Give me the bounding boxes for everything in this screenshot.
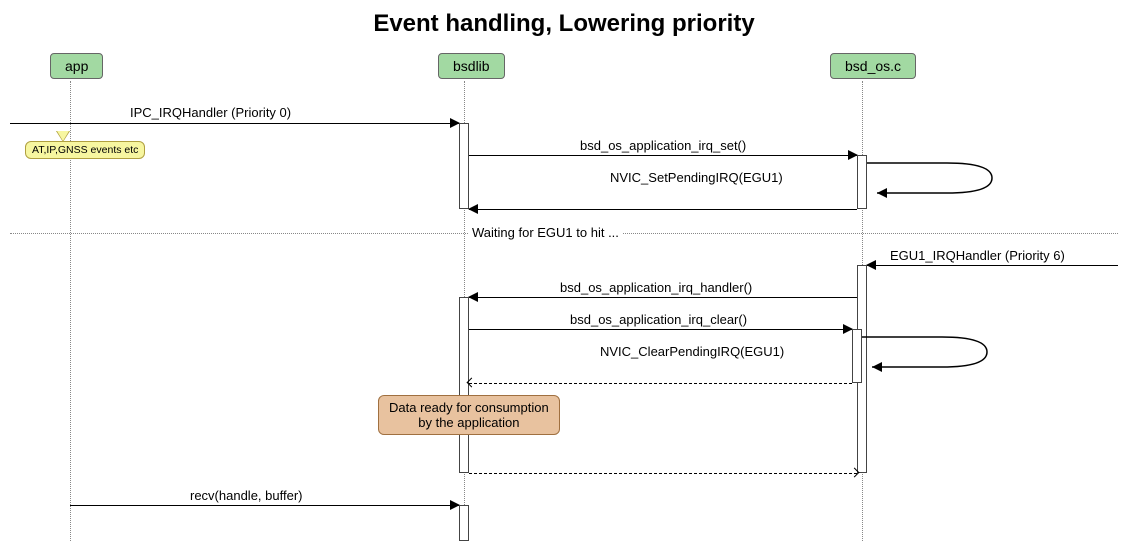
label-irq-clear: bsd_os_application_irq_clear(): [570, 312, 747, 327]
activation-bsdlib-3: [459, 505, 469, 541]
participant-bsdlib: bsdlib: [438, 53, 505, 79]
activation-bsdos-1: [857, 155, 867, 209]
label-irq-handler: bsd_os_application_irq_handler(): [560, 280, 752, 295]
activation-bsdlib-2: [459, 297, 469, 473]
participant-bsd-os: bsd_os.c: [830, 53, 916, 79]
activation-bsdlib-1: [459, 123, 469, 209]
divider-label: Waiting for EGU1 to hit ...: [468, 225, 623, 240]
self-loop-nvic-set: [867, 158, 997, 198]
label-ipc-irq: IPC_IRQHandler (Priority 0): [130, 105, 291, 120]
msg-recv: [70, 505, 459, 506]
msg-irq-handler: [469, 297, 857, 298]
msg-return-3: [469, 473, 857, 474]
msg-ipc-irq: [10, 123, 459, 124]
msg-irq-clear: [469, 329, 852, 330]
msg-irq-set: [469, 155, 857, 156]
msg-return-2: [469, 383, 852, 384]
self-loop-nvic-clear: [862, 332, 992, 372]
label-egu1-irq: EGU1_IRQHandler (Priority 6): [890, 248, 1065, 263]
note-tail: [57, 131, 69, 141]
msg-return-1: [469, 209, 857, 210]
label-irq-set: bsd_os_application_irq_set(): [580, 138, 746, 153]
diagram-title: Event handling, Lowering priority: [10, 10, 1118, 38]
participant-app: app: [50, 53, 103, 79]
note-data-ready: Data ready for consumption by the applic…: [378, 395, 560, 435]
msg-egu1-irq: [867, 265, 1118, 266]
note-events: AT,IP,GNSS events etc: [25, 141, 145, 159]
label-nvic-clear: NVIC_ClearPendingIRQ(EGU1): [600, 344, 784, 359]
sequence-diagram: app bsdlib bsd_os.c IPC_IRQHandler (Prio…: [10, 53, 1118, 543]
label-recv: recv(handle, buffer): [190, 488, 303, 503]
activation-bsdos-3: [852, 329, 862, 383]
label-nvic-set: NVIC_SetPendingIRQ(EGU1): [610, 170, 783, 185]
